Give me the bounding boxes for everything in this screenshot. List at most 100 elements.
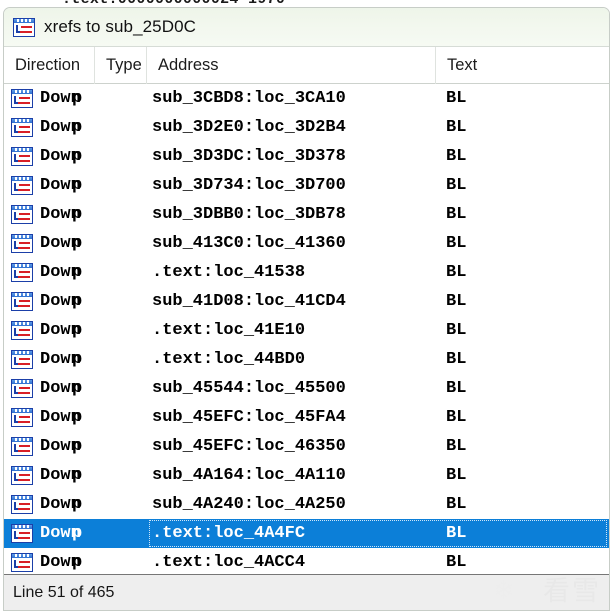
cell-address: sub_413C0:loc_41360 (152, 234, 346, 253)
cell-text: BL (446, 466, 467, 485)
cell-address: .text:loc_41E10 (152, 321, 306, 340)
cell-text: BL (446, 147, 467, 166)
cell-text: BL (446, 495, 467, 514)
xref-row-icon (11, 234, 35, 255)
cell-text: BL (446, 553, 467, 572)
table-row[interactable]: Down p sub_3D3DC:loc_3D378 BL (4, 142, 609, 171)
xref-row-icon (11, 524, 35, 545)
cell-type: p (72, 524, 83, 543)
xref-row-icon (11, 379, 35, 400)
cell-text: BL (446, 321, 467, 340)
cell-type: p (72, 176, 83, 195)
xref-row-icon (11, 495, 35, 516)
window-title: xrefs to sub_25D0C (44, 17, 197, 36)
cell-address: sub_45544:loc_45500 (152, 379, 346, 398)
cell-address: .text:loc_4ACC4 (152, 553, 306, 572)
table-row[interactable]: Down p sub_413C0:loc_41360 BL (4, 229, 609, 258)
cell-address: sub_4A240:loc_4A250 (152, 495, 346, 514)
xrefs-window-icon (13, 17, 37, 39)
cell-text: BL (446, 408, 467, 427)
cell-type: p (72, 437, 83, 456)
cell-address: sub_3CBD8:loc_3CA10 (152, 89, 346, 108)
watermark-snowflake-icon: ❄ (493, 576, 515, 606)
xref-row-icon (11, 118, 35, 139)
xref-row-icon (11, 147, 35, 168)
xref-row-icon (11, 292, 35, 313)
watermark: ❄ 看雪 (493, 575, 603, 608)
table-row[interactable]: Down p sub_3DBB0:loc_3DB78 BL (4, 200, 609, 229)
xref-row-icon (11, 321, 35, 342)
column-header-text[interactable]: Text (435, 46, 609, 84)
cell-type: p (72, 118, 83, 137)
table-row[interactable]: Down p .text:loc_41E10 BL (4, 316, 609, 345)
cell-type: p (72, 147, 83, 166)
table-row[interactable]: Down p sub_45EFC:loc_45FA4 BL (4, 403, 609, 432)
cell-text: BL (446, 205, 467, 224)
cell-address: sub_3DBB0:loc_3DB78 (152, 205, 346, 224)
xrefs-table-body[interactable]: Down p sub_3CBD8:loc_3CA10 BL Down p sub_3D2E0… (4, 84, 609, 574)
cell-address: sub_3D2E0:loc_3D2B4 (152, 118, 346, 137)
cell-address: sub_3D3DC:loc_3D378 (152, 147, 346, 166)
line-counter: Line 51 of 465 (13, 583, 115, 601)
table-row[interactable]: Down p .text:loc_4A4FC BL (4, 519, 609, 548)
xref-row-icon (11, 89, 35, 110)
xref-row-icon (11, 205, 35, 226)
xref-row-icon (11, 437, 35, 458)
cell-type: p (72, 321, 83, 340)
cell-address: sub_3D734:loc_3D700 (152, 176, 346, 195)
cell-text: BL (446, 176, 467, 195)
cell-address: sub_41D08:loc_41CD4 (152, 292, 346, 311)
cell-text: BL (446, 118, 467, 137)
cell-text: BL (446, 263, 467, 282)
cell-address: sub_45EFC:loc_45FA4 (152, 408, 346, 427)
cell-type: p (72, 495, 83, 514)
xref-row-icon (11, 350, 35, 371)
cell-text: BL (446, 437, 467, 456)
column-header-address[interactable]: Address (146, 46, 435, 84)
status-bar: Line 51 of 465 ❄ 看雪 (4, 574, 609, 610)
cell-type: p (72, 350, 83, 369)
xref-row-icon (11, 466, 35, 487)
table-row[interactable]: Down p sub_45544:loc_45500 BL (4, 374, 609, 403)
table-row[interactable]: Down p .text:loc_41538 BL (4, 258, 609, 287)
table-row[interactable]: Down p .text:loc_4ACC4 BL (4, 548, 609, 574)
cell-address: .text:loc_41538 (152, 263, 306, 282)
table-row[interactable]: Down p sub_4A164:loc_4A110 BL (4, 461, 609, 490)
cell-address: .text:loc_4A4FC (152, 524, 306, 543)
table-header: Direction Type Address Text (4, 46, 609, 84)
cell-text: BL (446, 292, 467, 311)
table-row[interactable]: Down p sub_3D734:loc_3D700 BL (4, 171, 609, 200)
cell-type: p (72, 553, 83, 572)
cell-type: p (72, 234, 83, 253)
cell-type: p (72, 379, 83, 398)
cell-type: p (72, 408, 83, 427)
window-titlebar[interactable]: xrefs to sub_25D0C (4, 8, 609, 47)
column-header-type[interactable]: Type (94, 46, 146, 84)
cell-type: p (72, 205, 83, 224)
table-row[interactable]: Down p sub_41D08:loc_41CD4 BL (4, 287, 609, 316)
cell-text: BL (446, 234, 467, 253)
cell-text: BL (446, 89, 467, 108)
watermark-text: 看雪 (543, 576, 601, 607)
cell-text: BL (446, 524, 467, 543)
xref-row-icon (11, 263, 35, 284)
cell-type: p (72, 263, 83, 282)
cell-address: sub_45EFC:loc_46350 (152, 437, 346, 456)
cell-text: BL (446, 379, 467, 398)
xrefs-window: xrefs to sub_25D0C Direction Type Addres… (3, 7, 610, 611)
column-header-direction[interactable]: Direction (4, 47, 94, 84)
table-row[interactable]: Down p sub_45EFC:loc_46350 BL (4, 432, 609, 461)
cell-type: p (72, 89, 83, 108)
xref-row-icon (11, 176, 35, 197)
cell-text: BL (446, 350, 467, 369)
xref-row-icon (11, 553, 35, 574)
table-row[interactable]: Down p sub_3CBD8:loc_3CA10 BL (4, 84, 609, 113)
table-row[interactable]: Down p sub_4A240:loc_4A250 BL (4, 490, 609, 519)
cell-type: p (72, 466, 83, 485)
table-row[interactable]: Down p .text:loc_44BD0 BL (4, 345, 609, 374)
xref-row-icon (11, 408, 35, 429)
cell-type: p (72, 292, 83, 311)
cell-address: .text:loc_44BD0 (152, 350, 306, 369)
table-row[interactable]: Down p sub_3D2E0:loc_3D2B4 BL (4, 113, 609, 142)
cell-address: sub_4A164:loc_4A110 (152, 466, 346, 485)
